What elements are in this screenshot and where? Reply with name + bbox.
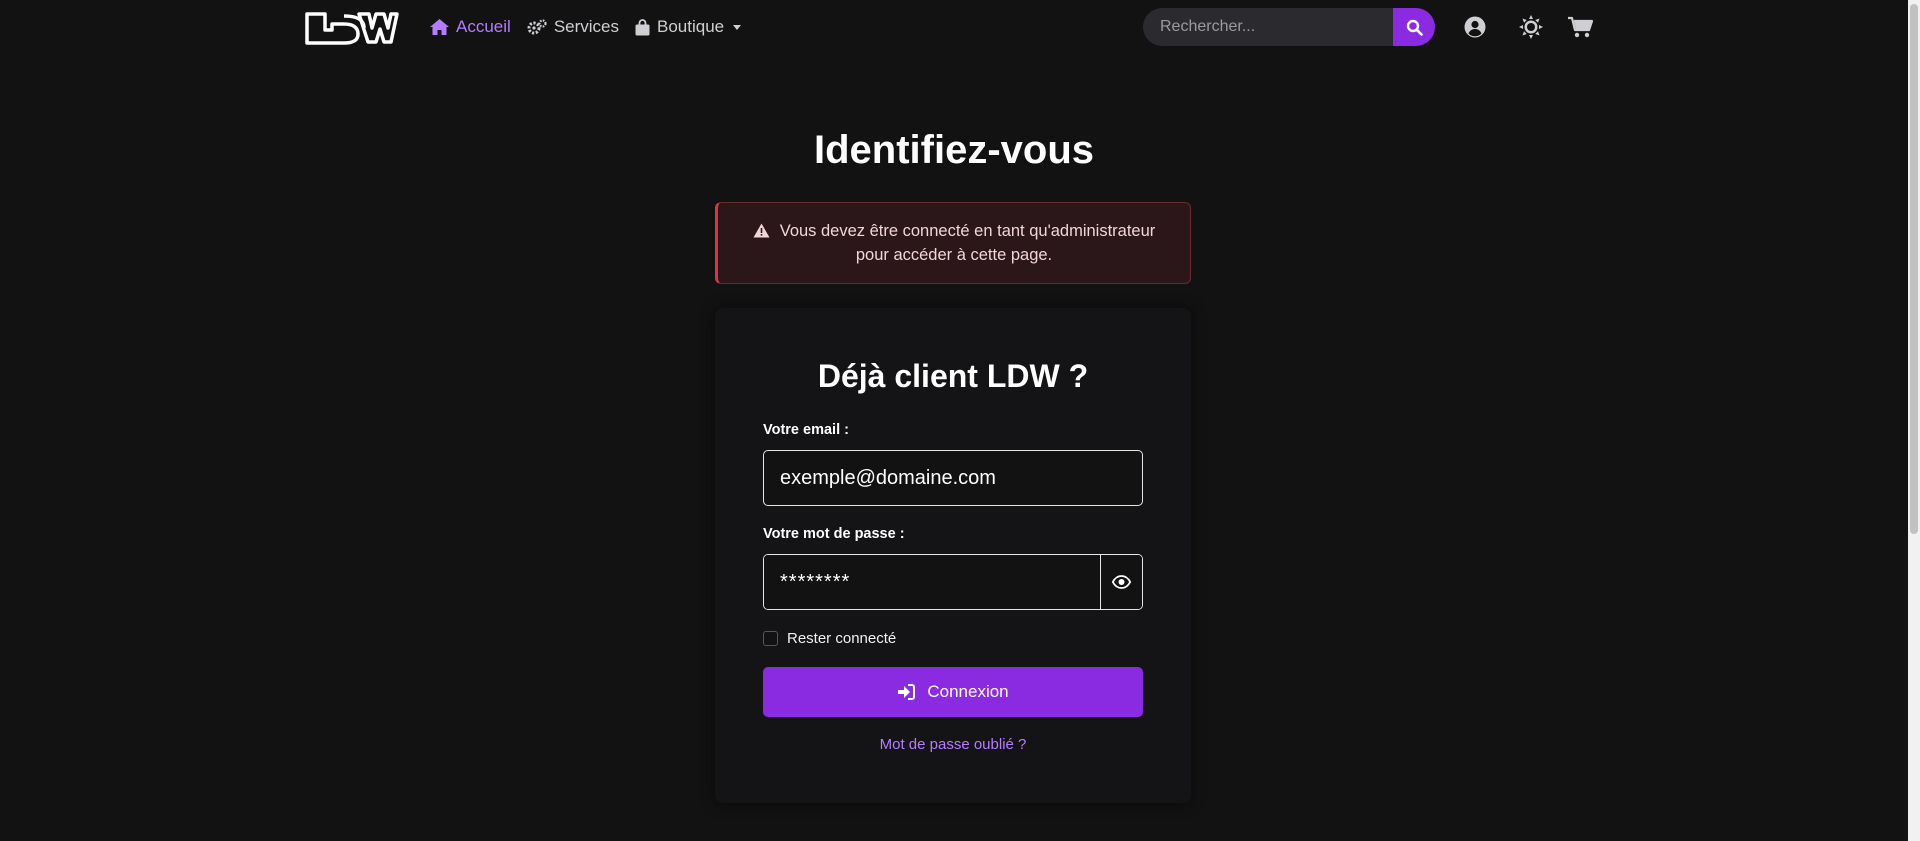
home-icon <box>430 19 449 35</box>
shopping-bag-icon <box>635 18 650 35</box>
sign-in-icon <box>898 684 916 700</box>
page-title: Identifiez-vous <box>813 128 1095 172</box>
email-label: Votre email : <box>763 422 849 438</box>
ldw-logo[interactable] <box>304 9 399 45</box>
cart-button[interactable] <box>1566 12 1596 42</box>
email-field[interactable] <box>763 450 1143 506</box>
nav-item-label: Accueil <box>456 17 511 36</box>
remember-label: Rester connecté <box>787 630 897 647</box>
nav-item-services[interactable]: Services <box>519 0 627 54</box>
search-group <box>1143 8 1435 46</box>
toggle-password-button[interactable] <box>1100 555 1142 609</box>
forgot-password-link[interactable]: Mot de passe oublié ? <box>715 736 1191 753</box>
page-scrollbar[interactable] <box>1908 0 1920 841</box>
sun-icon <box>1519 15 1543 39</box>
login-button-label: Connexion <box>927 682 1009 701</box>
alert-message: Vous devez être connecté en tant qu'admi… <box>753 219 1156 267</box>
nav-item-label: Services <box>553 17 619 36</box>
navbar: Accueil Services Boutique <box>0 0 1908 54</box>
login-card: Déjà client LDW ? Votre email : Votre mo… <box>715 308 1191 803</box>
login-title: Déjà client LDW ? <box>817 358 1089 394</box>
alert-line-2: pour accéder à cette page. <box>855 246 1053 264</box>
chevron-down-icon <box>733 24 742 30</box>
scrollbar-thumb[interactable] <box>1910 4 1918 534</box>
login-button[interactable]: Connexion <box>763 667 1143 717</box>
nav-item-boutique[interactable]: Boutique <box>627 0 749 54</box>
main-nav: Accueil Services Boutique <box>422 0 749 54</box>
remember-checkbox[interactable] <box>763 631 778 646</box>
remember-me[interactable]: Rester connecté <box>763 630 896 647</box>
search-icon <box>1406 19 1423 36</box>
password-group <box>763 554 1143 610</box>
account-button[interactable] <box>1460 12 1490 42</box>
alert-line-1: Vous devez être connecté en tant qu'admi… <box>779 222 1156 240</box>
eye-icon <box>1112 575 1131 589</box>
password-label: Votre mot de passe : <box>763 526 905 542</box>
gears-icon <box>527 19 547 35</box>
cart-icon <box>1568 16 1594 38</box>
nav-item-label: Boutique <box>657 17 725 36</box>
password-field[interactable] <box>764 555 1100 609</box>
warning-icon <box>753 223 770 238</box>
nav-item-accueil[interactable]: Accueil <box>422 0 519 54</box>
error-alert: Vous devez être connecté en tant qu'admi… <box>715 202 1191 284</box>
search-input[interactable] <box>1143 8 1393 46</box>
search-button[interactable] <box>1393 8 1435 46</box>
user-circle-icon <box>1464 16 1486 38</box>
theme-toggle-button[interactable] <box>1516 12 1546 42</box>
